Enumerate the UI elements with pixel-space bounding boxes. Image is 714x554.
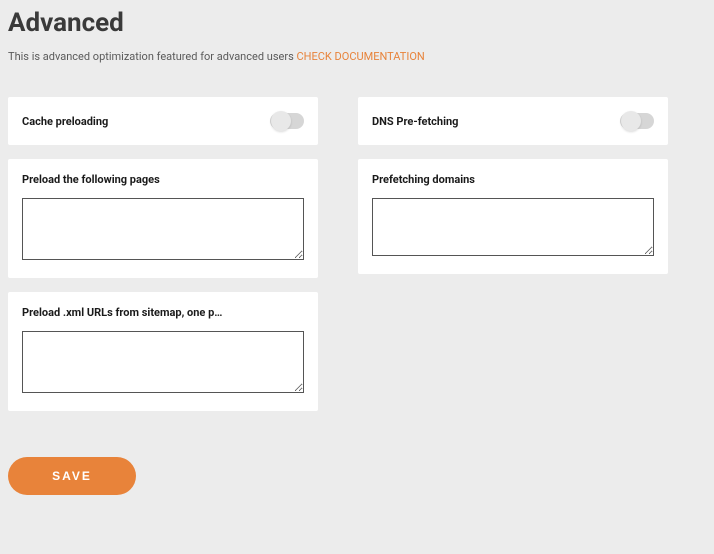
dns-prefetching-toggle[interactable]: [620, 113, 654, 129]
prefetching-domains-textarea[interactable]: [372, 198, 654, 256]
prefetching-domains-card: Prefetching domains: [358, 159, 668, 274]
preload-pages-textarea[interactable]: [22, 198, 304, 260]
documentation-link[interactable]: CHECK DOCUMENTATION: [296, 50, 424, 63]
preload-sitemap-label: Preload .xml URLs from sitemap, one p…: [22, 306, 304, 319]
left-column: Cache preloading Preload the following p…: [8, 97, 318, 411]
page-subtitle: This is advanced optimization featured f…: [8, 50, 706, 63]
page-title: Advanced: [8, 8, 706, 38]
preload-sitemap-textarea[interactable]: [22, 331, 304, 393]
prefetching-domains-label: Prefetching domains: [372, 173, 654, 186]
right-column: DNS Pre-fetching Prefetching domains: [358, 97, 668, 411]
cache-preloading-toggle[interactable]: [270, 113, 304, 129]
preload-pages-label: Preload the following pages: [22, 173, 304, 186]
content-columns: Cache preloading Preload the following p…: [8, 97, 706, 411]
dns-prefetching-card: DNS Pre-fetching: [358, 97, 668, 145]
save-button[interactable]: SAVE: [8, 457, 136, 495]
subtitle-text: This is advanced optimization featured f…: [8, 50, 296, 63]
save-row: SAVE: [8, 457, 706, 495]
dns-prefetching-label: DNS Pre-fetching: [372, 115, 458, 128]
cache-preloading-label: Cache preloading: [22, 115, 108, 128]
cache-preloading-card: Cache preloading: [8, 97, 318, 145]
preload-pages-card: Preload the following pages: [8, 159, 318, 278]
preload-sitemap-card: Preload .xml URLs from sitemap, one p…: [8, 292, 318, 411]
